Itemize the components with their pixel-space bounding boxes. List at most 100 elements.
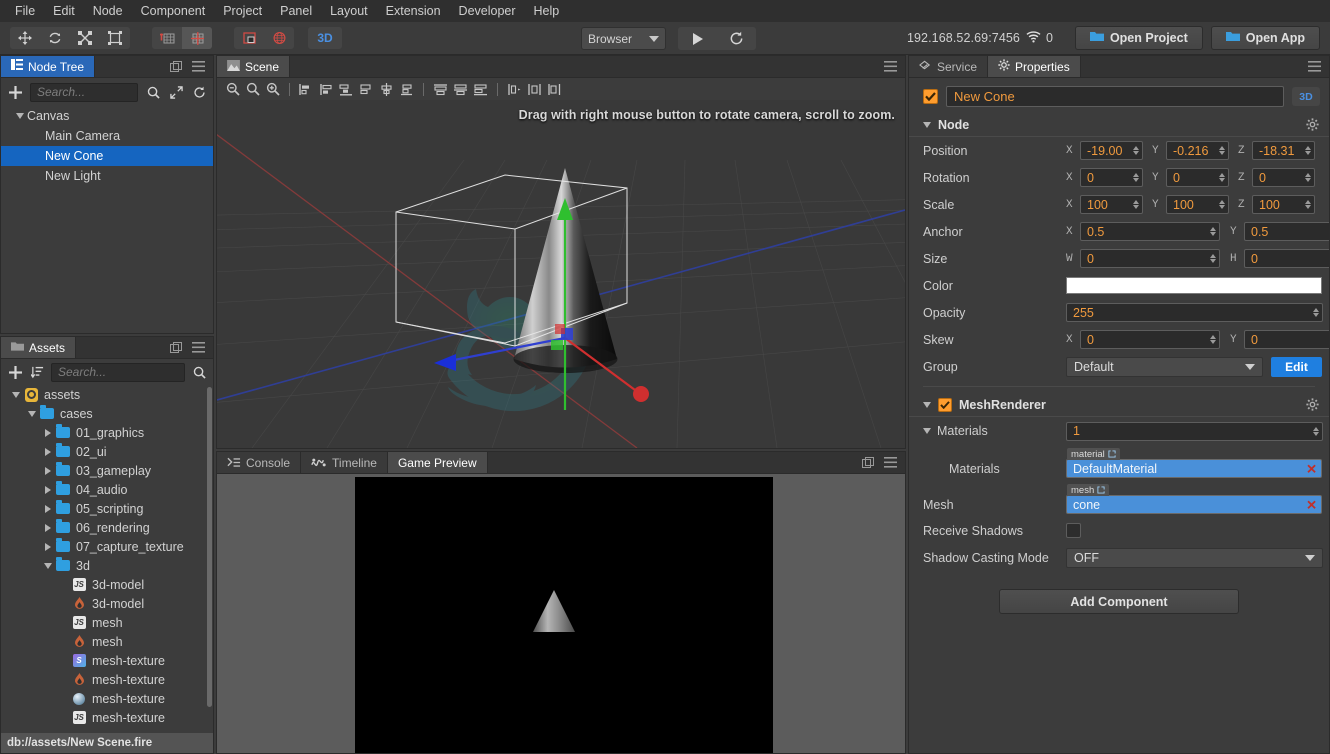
expand-icon[interactable] <box>168 84 184 100</box>
node-search-box[interactable] <box>30 82 138 102</box>
pivot-icon[interactable] <box>152 27 182 49</box>
align-top-icon[interactable] <box>357 80 376 98</box>
align-bottom-icon[interactable] <box>397 80 416 98</box>
menu-item-layout[interactable]: Layout <box>321 1 377 21</box>
magnifier-minus-icon[interactable] <box>223 80 242 98</box>
receive-shadows-checkbox[interactable] <box>1066 523 1081 538</box>
align-left-icon[interactable] <box>297 80 316 98</box>
asset-item[interactable]: 07_capture_texture <box>1 537 213 556</box>
tab-scene[interactable]: Scene <box>217 56 291 77</box>
distribute-gap-icon[interactable] <box>471 80 490 98</box>
menu-item-node[interactable]: Node <box>84 1 132 21</box>
stepper-icon[interactable] <box>1130 169 1141 186</box>
asset-item[interactable]: JS mesh-texture <box>1 708 213 727</box>
node-tree-item-canvas[interactable]: Canvas <box>1 106 213 126</box>
chevron-down-icon[interactable] <box>13 113 27 119</box>
asset-item[interactable]: 3d <box>1 556 213 575</box>
asset-item[interactable]: 05_scripting <box>1 499 213 518</box>
add-component-button[interactable]: Add Component <box>999 589 1239 614</box>
meshrenderer-gear-icon[interactable] <box>1306 398 1319 411</box>
scale-x-field[interactable]: 100 <box>1080 195 1143 214</box>
global-coord-icon[interactable] <box>264 27 294 49</box>
menu-icon[interactable] <box>192 61 205 72</box>
asset-item[interactable]: 3d-model <box>1 594 213 613</box>
menu-icon[interactable] <box>884 457 897 468</box>
node-tree-item-new-cone[interactable]: New Cone <box>1 146 213 166</box>
skew-x-field[interactable]: 0 <box>1080 330 1220 349</box>
stepper-icon[interactable] <box>1302 169 1313 186</box>
gap-v-icon[interactable] <box>525 80 544 98</box>
node-search-input[interactable] <box>37 85 131 99</box>
asset-item[interactable]: Smesh-texture <box>1 651 213 670</box>
stepper-icon[interactable] <box>1216 142 1227 159</box>
size-h-field[interactable]: 0 <box>1244 249 1329 268</box>
asset-item[interactable]: 02_ui <box>1 442 213 461</box>
scene-viewport[interactable]: Drag with right mouse button to rotate c… <box>217 100 905 448</box>
chevron-right-icon[interactable] <box>41 485 55 494</box>
node-tree-item-new-light[interactable]: New Light <box>1 166 213 186</box>
chevron-down-icon[interactable] <box>923 428 931 434</box>
asset-item[interactable]: mesh-texture <box>1 670 213 689</box>
asset-item[interactable]: assets <box>1 385 213 404</box>
asset-item[interactable]: mesh <box>1 632 213 651</box>
stepper-icon[interactable] <box>1130 196 1141 213</box>
chevron-right-icon[interactable] <box>41 542 55 551</box>
open-project-button[interactable]: Open Project <box>1074 26 1203 50</box>
assets-search-box[interactable] <box>51 362 185 382</box>
skew-y-field[interactable]: 0 <box>1244 330 1329 349</box>
stepper-icon[interactable] <box>1130 142 1141 159</box>
gap-h-icon[interactable] <box>505 80 524 98</box>
stepper-icon[interactable] <box>1302 196 1313 213</box>
size-w-field[interactable]: 0 <box>1080 249 1220 268</box>
tab-game-preview[interactable]: Game Preview <box>387 452 488 473</box>
meshrenderer-enabled-checkbox[interactable] <box>938 397 952 412</box>
asset-item[interactable]: JS 3d-model <box>1 575 213 594</box>
asset-item[interactable]: 06_rendering <box>1 518 213 537</box>
anchor-icon[interactable] <box>182 27 212 49</box>
menu-icon[interactable] <box>192 342 205 353</box>
stepper-icon[interactable] <box>1216 169 1227 186</box>
asset-item[interactable]: JS mesh <box>1 613 213 632</box>
magnifier-icon[interactable] <box>243 80 262 98</box>
menu-item-file[interactable]: File <box>6 1 44 21</box>
anchor-y-field[interactable]: 0.5 <box>1244 222 1329 241</box>
position-y-field[interactable]: -0.216 <box>1166 141 1229 160</box>
group-select[interactable]: Default <box>1066 356 1263 377</box>
scale-y-field[interactable]: 100 <box>1166 195 1229 214</box>
rotation-z-field[interactable]: 0 <box>1252 168 1315 187</box>
magnifier-plus-icon[interactable] <box>263 80 282 98</box>
asset-item[interactable]: 04_audio <box>1 480 213 499</box>
chevron-down-icon[interactable] <box>9 391 23 398</box>
stepper-icon[interactable] <box>1310 423 1321 440</box>
tab-assets[interactable]: Assets <box>1 337 77 358</box>
node-3d-badge[interactable]: 3D <box>1292 87 1320 106</box>
menu-item-edit[interactable]: Edit <box>44 1 84 21</box>
materials-count-field[interactable]: 1 <box>1066 421 1323 441</box>
rotation-y-field[interactable]: 0 <box>1166 168 1229 187</box>
group-edit-button[interactable]: Edit <box>1271 356 1322 377</box>
device-select[interactable]: Browser <box>581 27 666 50</box>
search-icon[interactable] <box>145 84 161 100</box>
tab-service[interactable]: Service <box>909 56 989 77</box>
menu-item-component[interactable]: Component <box>132 1 215 21</box>
assets-scrollbar[interactable] <box>207 387 212 707</box>
add-asset-button[interactable] <box>7 364 23 380</box>
chevron-down-icon[interactable] <box>25 410 39 417</box>
add-node-button[interactable] <box>7 84 23 100</box>
asset-item[interactable]: 01_graphics <box>1 423 213 442</box>
assets-search-input[interactable] <box>58 365 178 379</box>
node-tree-item-main-camera[interactable]: Main Camera <box>1 126 213 146</box>
sort-icon[interactable] <box>29 364 45 380</box>
game-preview-canvas[interactable] <box>355 477 773 753</box>
stepper-icon[interactable] <box>1207 331 1218 348</box>
tab-node-tree[interactable]: Node Tree <box>1 56 96 77</box>
popout-icon[interactable] <box>862 456 874 469</box>
node-section-header[interactable]: Node <box>909 113 1329 137</box>
color-swatch[interactable] <box>1066 277 1322 294</box>
distribute-v-icon[interactable] <box>451 80 470 98</box>
mesh-clear-icon[interactable]: ✕ <box>1306 498 1317 511</box>
chevron-right-icon[interactable] <box>41 504 55 513</box>
popout-icon[interactable] <box>170 341 182 354</box>
shadow-mode-select[interactable]: OFF <box>1066 547 1323 568</box>
align-hcenter-icon[interactable] <box>317 80 336 98</box>
